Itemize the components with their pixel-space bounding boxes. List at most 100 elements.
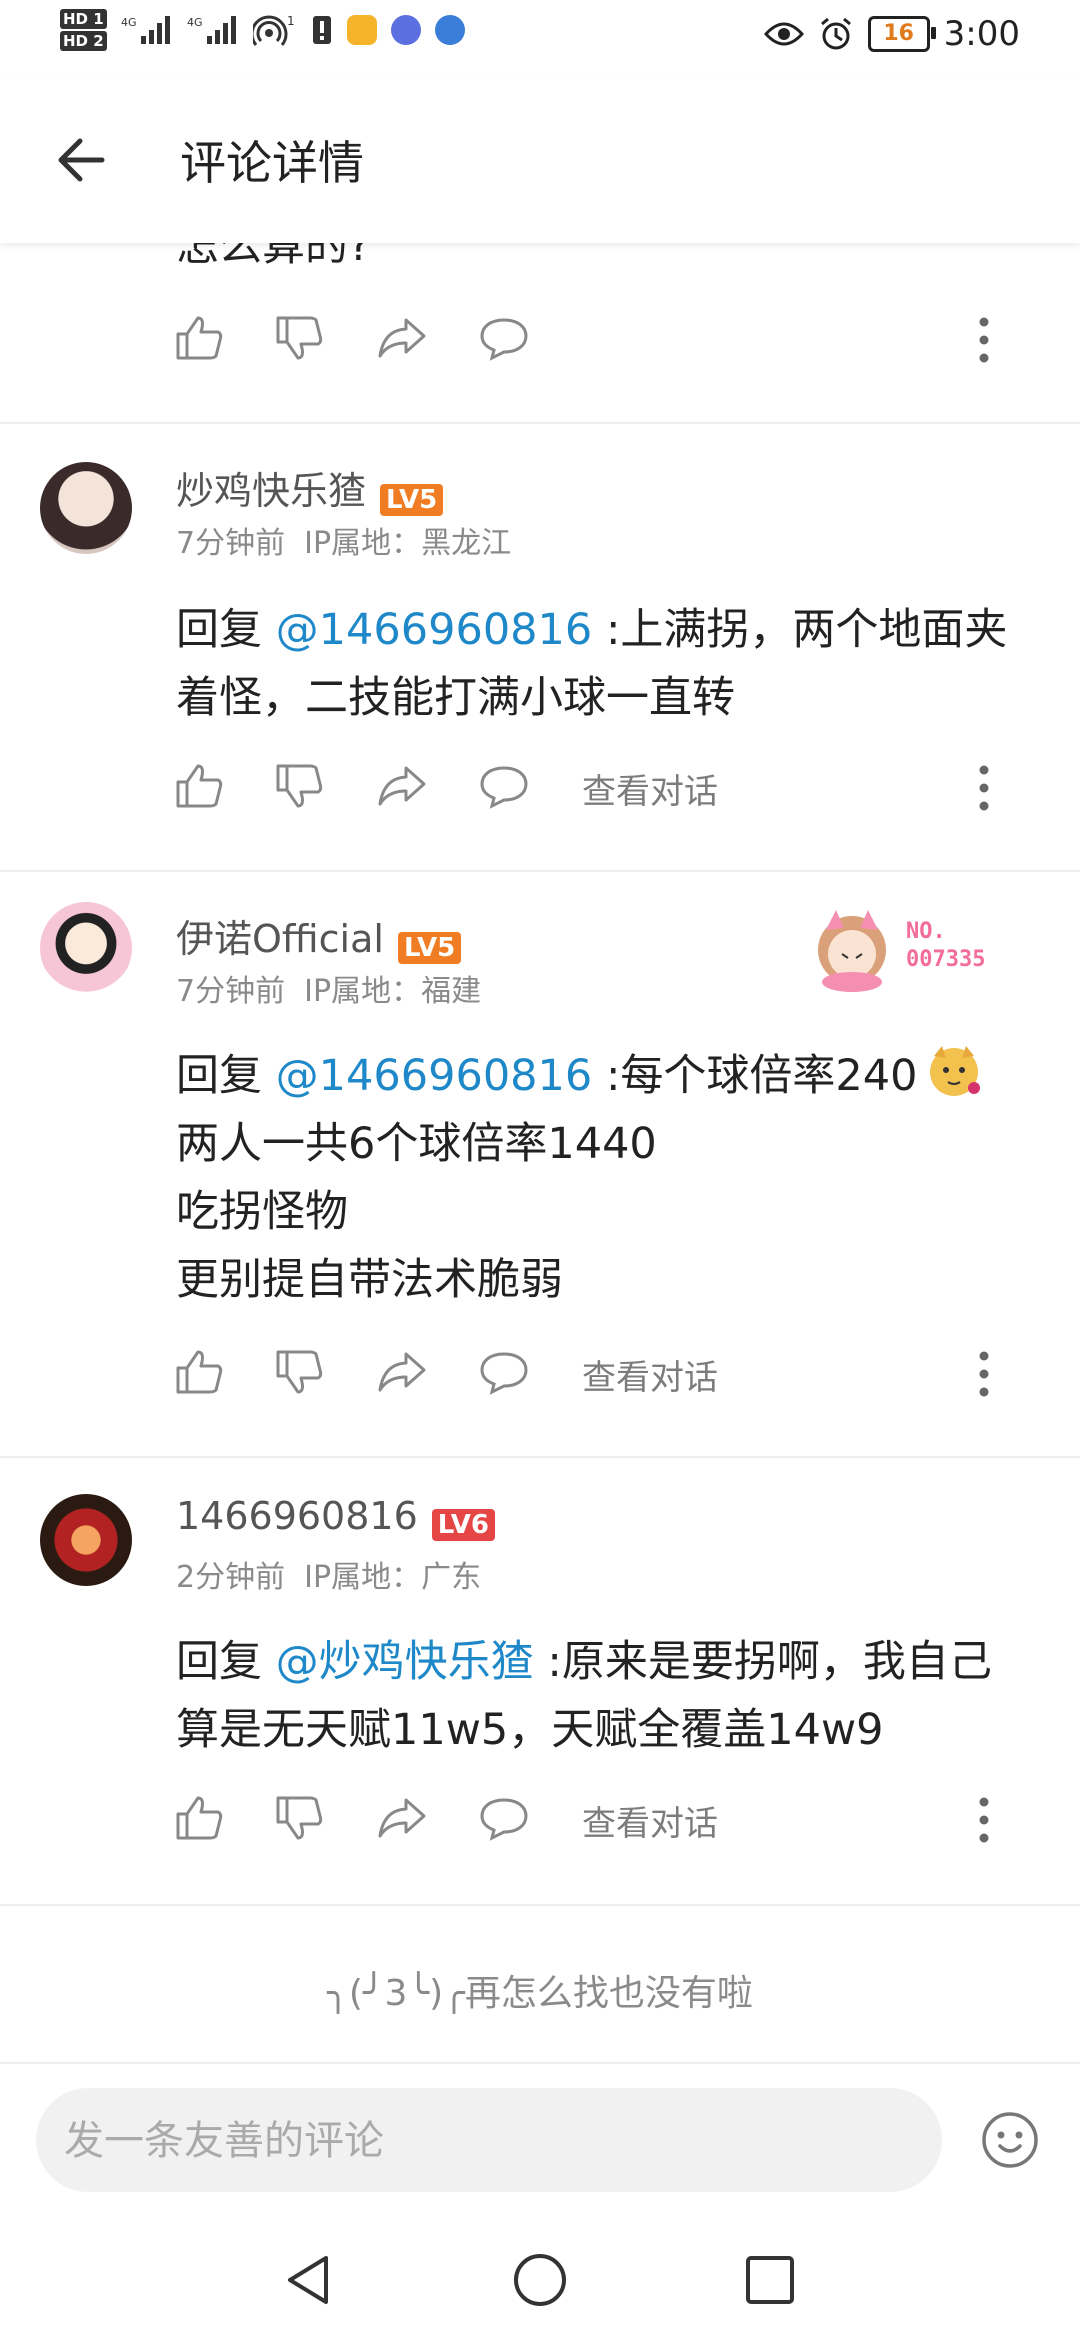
comment-item: 1466960816 LV6 2分钟前 IP属地：广东 回复 @炒鸡快乐猹 :原来… bbox=[0, 1458, 1080, 1906]
comment-text: 回复 @炒鸡快乐猹 :原来是要拐啊，我自己 算是无天赋11w5，天赋全覆盖14w… bbox=[176, 1628, 1056, 1764]
dislike-icon[interactable] bbox=[274, 1792, 326, 1844]
anime-girl-sticker-icon bbox=[818, 910, 886, 992]
like-icon[interactable] bbox=[174, 1346, 226, 1398]
share-icon[interactable] bbox=[376, 1346, 428, 1398]
reply-prefix: 回复 bbox=[176, 605, 262, 655]
share-icon[interactable] bbox=[376, 1792, 428, 1844]
mention-link[interactable]: @1466960816 bbox=[276, 1051, 593, 1101]
music-icon bbox=[390, 15, 421, 45]
comment-line: 着怪，二技能打满小球一直转 bbox=[176, 673, 735, 723]
back-arrow-icon[interactable] bbox=[54, 133, 108, 187]
comment-input[interactable] bbox=[62, 2088, 886, 2194]
comment-icon[interactable] bbox=[478, 1346, 530, 1398]
status-right: 16 3:00 bbox=[763, 14, 1020, 54]
comment-meta: 2分钟前 IP属地：广东 bbox=[176, 1552, 481, 1596]
end-of-list-text: ╮(╯3╰)╭再怎么找也没有啦 bbox=[327, 1973, 753, 2014]
avatar[interactable] bbox=[40, 1494, 132, 1586]
dislike-icon[interactable] bbox=[274, 760, 326, 812]
user-row: 炒鸡快乐猹 LV5 bbox=[176, 460, 444, 516]
dislike-icon[interactable] bbox=[274, 312, 326, 364]
signal2-label: 4G bbox=[187, 16, 203, 29]
nav-recents-icon[interactable] bbox=[744, 2254, 796, 2306]
comment-partial: 怎么算的? bbox=[0, 221, 1080, 424]
nav-back-icon[interactable] bbox=[282, 2252, 334, 2308]
avatar[interactable] bbox=[40, 462, 132, 554]
status-left: HD 1 HD 2 4G 4G 1 bbox=[60, 8, 465, 52]
hotspot-icon: 1 bbox=[252, 14, 295, 46]
avatar[interactable] bbox=[40, 902, 132, 994]
hotspot-count: 1 bbox=[287, 14, 295, 28]
comment-icon[interactable] bbox=[478, 1792, 530, 1844]
more-options-icon[interactable] bbox=[978, 764, 990, 812]
comment-item: 炒鸡快乐猹 LV5 7分钟前 IP属地：黑龙江 回复 @1466960816 :上… bbox=[0, 424, 1080, 872]
comment-line: :每个球倍率240 bbox=[605, 1051, 918, 1101]
dislike-icon[interactable] bbox=[274, 1346, 326, 1398]
like-icon[interactable] bbox=[174, 312, 226, 364]
username[interactable]: 炒鸡快乐猹 bbox=[176, 469, 366, 513]
emoji-icon[interactable] bbox=[980, 2110, 1040, 2170]
app-notification-icon bbox=[346, 15, 377, 45]
signal-icon-2: 4G bbox=[187, 16, 236, 44]
doge-sticker-icon bbox=[929, 1046, 980, 1096]
comment-ip: IP属地：黑龙江 bbox=[304, 526, 512, 561]
level-badge: LV6 bbox=[431, 1508, 495, 1541]
hd2-label: HD 2 bbox=[60, 31, 107, 51]
comment-time: 2分钟前 bbox=[176, 1560, 286, 1595]
comment-text: 回复 @1466960816 :上满拐，两个地面夹 着怪，二技能打满小球一直转 bbox=[176, 596, 1056, 732]
comment-meta: 7分钟前 IP属地：黑龙江 bbox=[176, 518, 511, 562]
battery-indicator: 16 bbox=[867, 16, 936, 52]
reply-prefix: 回复 bbox=[176, 1637, 262, 1687]
level-badge: LV5 bbox=[380, 483, 444, 516]
page-title: 评论详情 bbox=[180, 136, 364, 190]
comment-time: 7分钟前 bbox=[176, 526, 286, 561]
signal-icon: 4G bbox=[121, 16, 170, 44]
share-icon[interactable] bbox=[376, 312, 428, 364]
view-conversation-link[interactable]: 查看对话 bbox=[582, 1350, 718, 1399]
username[interactable]: 伊诺Official bbox=[176, 917, 384, 961]
user-row: 1466960816 LV6 bbox=[176, 1494, 495, 1541]
more-options-icon[interactable] bbox=[978, 1350, 990, 1398]
alarm-icon bbox=[820, 17, 851, 50]
comment-line: :原来是要拐啊，我自己 bbox=[547, 1637, 992, 1687]
view-conversation-link[interactable]: 查看对话 bbox=[582, 1796, 718, 1845]
like-icon[interactable] bbox=[174, 760, 226, 812]
username[interactable]: 1466960816 bbox=[176, 1494, 418, 1538]
comment-line: 更别提自带法术脆弱 bbox=[176, 1255, 563, 1305]
comment-text: 回复 @1466960816 :每个球倍率240 两人一共6个球倍率1440 吃… bbox=[176, 1042, 1056, 1314]
signal1-label: 4G bbox=[121, 16, 137, 29]
hd1-label: HD 1 bbox=[60, 9, 107, 29]
nav-home-icon[interactable] bbox=[512, 2252, 568, 2308]
comment-input-container bbox=[36, 2088, 942, 2194]
comment-line: 吃拐怪物 bbox=[176, 1187, 348, 1237]
divider bbox=[0, 2062, 1080, 2064]
alert-icon bbox=[312, 16, 331, 44]
comment-icon[interactable] bbox=[478, 760, 530, 812]
comment-ip: IP属地：福建 bbox=[304, 974, 482, 1009]
comment-line: 两人一共6个球倍率1440 bbox=[176, 1119, 657, 1169]
comment-line: :上满拐，两个地面夹 bbox=[605, 605, 1008, 655]
mention-link[interactable]: @1466960816 bbox=[276, 605, 593, 655]
comment-item: 伊诺Official LV5 7分钟前 IP属地：福建 NO. 007335 回复… bbox=[0, 872, 1080, 1458]
eye-icon bbox=[763, 22, 804, 46]
like-icon[interactable] bbox=[174, 1792, 226, 1844]
more-options-icon[interactable] bbox=[978, 1796, 990, 1844]
fan-badge: NO. 007335 bbox=[806, 900, 1016, 996]
comment-icon[interactable] bbox=[478, 312, 530, 364]
status-bar: HD 1 HD 2 4G 4G 1 16 3:00 bbox=[0, 0, 1080, 75]
app-header: 评论详情 bbox=[0, 75, 1080, 243]
comment-time: 7分钟前 bbox=[176, 974, 286, 1009]
hd-indicators: HD 1 HD 2 bbox=[60, 8, 107, 52]
user-row: 伊诺Official LV5 bbox=[176, 908, 462, 964]
more-options-icon[interactable] bbox=[978, 316, 990, 364]
level-badge: LV5 bbox=[397, 931, 462, 964]
reply-prefix: 回复 bbox=[176, 1051, 262, 1101]
view-conversation-link[interactable]: 查看对话 bbox=[582, 764, 718, 813]
mention-link[interactable]: @炒鸡快乐猹 bbox=[276, 1637, 534, 1687]
comment-meta: 7分钟前 IP属地：福建 bbox=[176, 966, 481, 1010]
fan-badge-number: NO. 007335 bbox=[906, 919, 986, 972]
system-nav-bar bbox=[0, 2210, 1080, 2340]
share-icon[interactable] bbox=[376, 760, 428, 812]
clock: 3:00 bbox=[943, 14, 1020, 54]
comment-line: 算是无天赋11w5，天赋全覆盖14w9 bbox=[176, 1705, 884, 1755]
comment-ip: IP属地：广东 bbox=[304, 1560, 482, 1595]
